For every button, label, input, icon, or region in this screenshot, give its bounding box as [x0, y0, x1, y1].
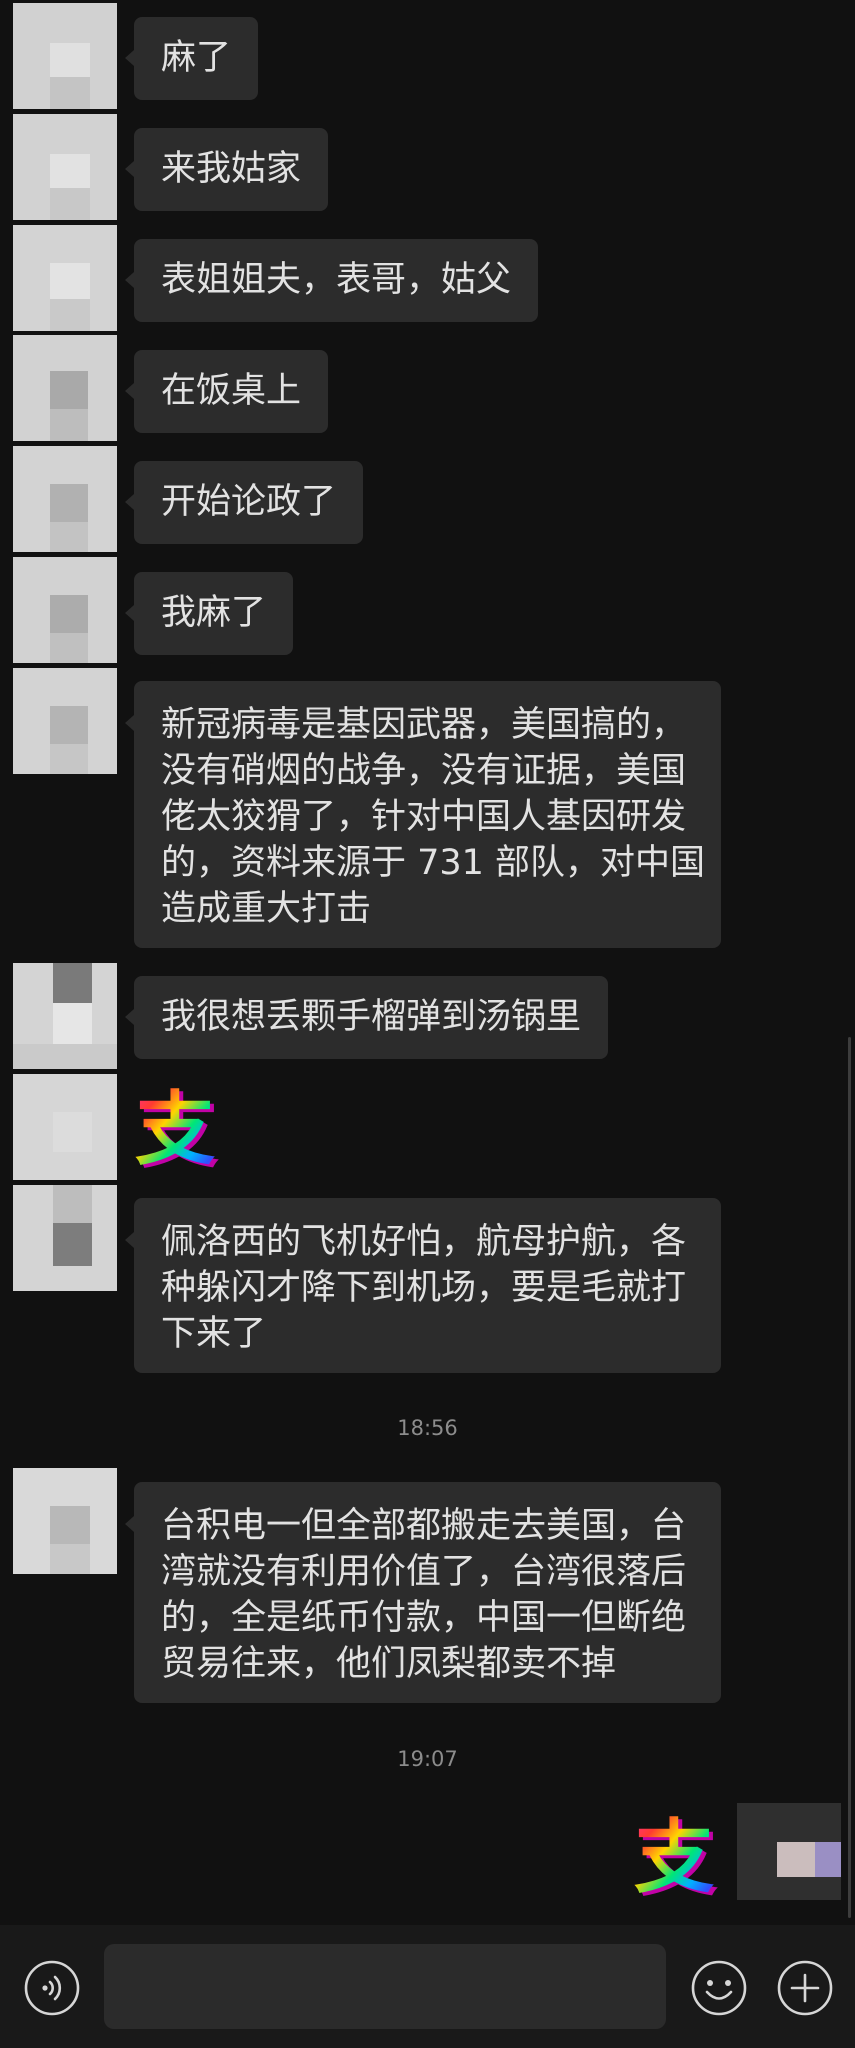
message-text-line: 佩洛西的飞机好怕，航母护航，各: [161, 1222, 687, 1262]
contact-avatar[interactable]: [13, 114, 117, 220]
message-text-line: 造成重大打击: [161, 889, 372, 929]
message-text: 来我姑家: [161, 149, 302, 189]
chat-message-list[interactable]: 麻了 来我姑家 表姐姐夫，表哥，姑父 在饭桌上 开始论政了 我麻了 新冠病毒是基…: [0, 0, 855, 1925]
message-text-line: 没有硝烟的战争，没有证据，美国: [161, 751, 687, 791]
message-text: 在饭桌上: [161, 371, 302, 411]
timestamp: 18:56: [397, 1416, 458, 1440]
message-text: 开始论政了: [161, 482, 337, 522]
plus-icon: [777, 1960, 833, 2016]
message-bubble[interactable]: 新冠病毒是基因武器，美国搞的， 没有硝烟的战争，没有证据，美国 佬太狡猾了，针对…: [125, 681, 721, 948]
voice-icon: [24, 1960, 80, 2016]
contact-avatar[interactable]: [13, 557, 117, 663]
sticker-message[interactable]: 支 支: [134, 1086, 219, 1172]
message-bubble[interactable]: 麻了: [124, 17, 259, 100]
message-text: 表姐姐夫，表哥，姑父: [161, 260, 512, 300]
sticker-glyph: 支: [135, 1086, 215, 1172]
message-bubble[interactable]: 我麻了: [124, 572, 294, 655]
scrollbar[interactable]: [848, 1037, 851, 1918]
contact-avatar[interactable]: [13, 446, 117, 552]
chat-input-bar: [0, 1925, 855, 2048]
emoji-button[interactable]: [690, 1959, 748, 2017]
message-text-line: 下来了: [161, 1314, 267, 1354]
contact-avatar[interactable]: [13, 1074, 117, 1180]
message-text-line: 湾就没有利用价值了，台湾很落后: [161, 1552, 687, 1592]
message-text-line: 的，资料来源于 731 部队，对中国: [161, 843, 706, 883]
contact-avatar[interactable]: [13, 963, 117, 1069]
voice-button[interactable]: [23, 1959, 81, 2017]
sticker-glyph: 支: [634, 1814, 714, 1900]
contact-avatar[interactable]: [13, 1185, 117, 1291]
message-bubble[interactable]: 表姐姐夫，表哥，姑父: [124, 239, 539, 322]
message-text-line: 台积电一但全部都搬走去美国，台: [161, 1506, 687, 1546]
timestamp: 19:07: [397, 1747, 458, 1771]
contact-avatar[interactable]: [13, 335, 117, 441]
contact-avatar[interactable]: [13, 1468, 117, 1574]
plus-button[interactable]: [776, 1959, 834, 2017]
message-text-line: 贸易往来，他们凤梨都卖不掉: [161, 1644, 617, 1684]
message-text-line: 的，全是纸币付款，中国一但断绝: [161, 1598, 687, 1638]
my-avatar[interactable]: [737, 1803, 841, 1900]
message-bubble[interactable]: 台积电一但全部都搬走去美国，台 湾就没有利用价值了，台湾很落后 的，全是纸币付款…: [125, 1482, 721, 1703]
contact-avatar[interactable]: [13, 668, 117, 774]
sticker-message-outgoing[interactable]: 支 支: [633, 1814, 718, 1900]
contact-avatar[interactable]: [13, 225, 117, 331]
message-input[interactable]: [104, 1944, 666, 2029]
message-text: 我很想丢颗手榴弹到汤锅里: [161, 997, 582, 1037]
message-text: 我麻了: [161, 593, 267, 633]
message-text-line: 佬太狡猾了，针对中国人基因研发: [161, 797, 687, 837]
emoji-icon: [691, 1960, 747, 2016]
contact-avatar[interactable]: [13, 3, 117, 109]
message-text-line: 新冠病毒是基因武器，美国搞的，: [161, 705, 687, 745]
message-bubble[interactable]: 佩洛西的飞机好怕，航母护航，各 种躲闪才降下到机场，要是毛就打 下来了: [125, 1198, 721, 1373]
message-text: 麻了: [161, 38, 232, 78]
message-bubble[interactable]: 来我姑家: [124, 128, 329, 211]
message-bubble[interactable]: 我很想丢颗手榴弹到汤锅里: [124, 976, 609, 1059]
message-bubble[interactable]: 开始论政了: [124, 461, 364, 544]
message-bubble[interactable]: 在饭桌上: [124, 350, 329, 433]
message-text-line: 种躲闪才降下到机场，要是毛就打: [161, 1268, 687, 1308]
